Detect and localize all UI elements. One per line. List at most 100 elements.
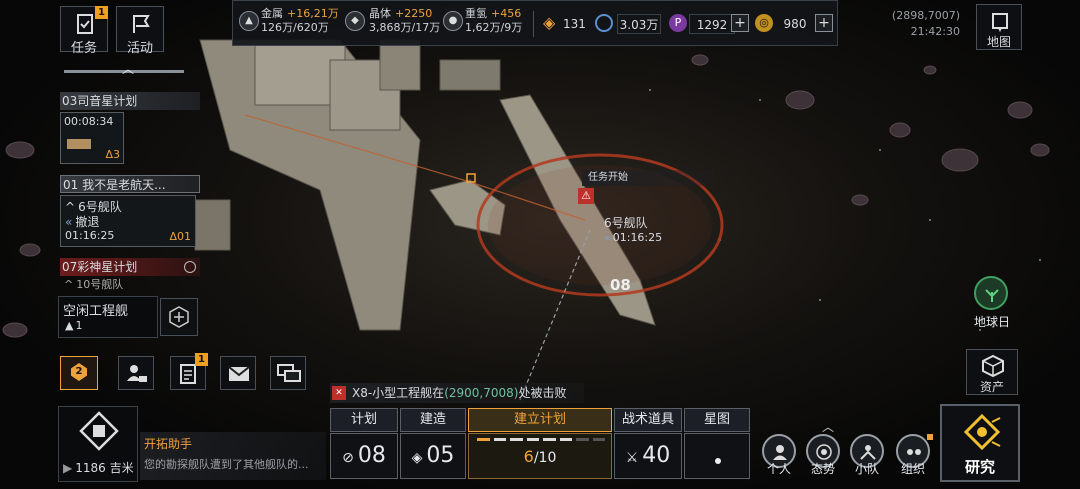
org-label: 组织: [900, 462, 925, 476]
chat-bubbles-icon: [277, 364, 301, 382]
situation-label: 态势: [810, 462, 835, 476]
research-icon: [963, 413, 1001, 451]
tasks-label: 任务: [70, 41, 97, 56]
fuel-icon: ◈: [543, 13, 556, 32]
flag-icon: [133, 15, 150, 33]
game-viewport[interactable]: 任务 1 活动 ▲ 金属 +16,21万 126万/620万 ◆ 晶体 +2250 …: [0, 0, 1080, 489]
tab-establish-plan[interactable]: 建立计划: [468, 408, 612, 432]
quest-item[interactable]: 07彩神星计划 ^ 10号舰队: [60, 258, 200, 290]
quest-collapse-bar[interactable]: ︿: [62, 58, 200, 78]
research-label: 研究: [964, 458, 995, 476]
warning-icon[interactable]: ⚠: [578, 188, 594, 204]
starmap-dot: [715, 458, 721, 464]
add-gold-button[interactable]: +: [815, 14, 833, 32]
tab-tactics[interactable]: 战术道具: [614, 408, 682, 432]
assets-button[interactable]: 资产: [966, 349, 1018, 395]
resource-r3: 1292: [689, 14, 735, 34]
metal-resource[interactable]: 金属 +16,21万 126万/620万: [261, 7, 339, 35]
tab-starmap[interactable]: 星图: [684, 408, 750, 432]
alert-icon: ✕: [332, 386, 346, 400]
chevron-up-icon: ︿: [122, 62, 135, 76]
cube-icon: [982, 354, 1004, 378]
personal-label: 个人: [766, 462, 791, 476]
quest-item[interactable]: 01 我不是老航天... ^ 6号舰队 «撤退 01:16:25 Δ01: [60, 175, 200, 247]
clock-label: 21:42:30: [910, 25, 960, 38]
plan-value[interactable]: ⊘ 08: [330, 433, 398, 479]
log-button[interactable]: 1: [170, 353, 208, 390]
activity-label: 活动: [126, 41, 153, 56]
map-button[interactable]: 地图: [976, 4, 1022, 50]
tasks-icon: [77, 14, 93, 34]
chevron-up-icon[interactable]: ︿: [822, 418, 834, 435]
radar-icon: [816, 444, 832, 460]
rank-badge: 2: [71, 363, 87, 381]
fleet-status: 撤退: [75, 215, 100, 229]
crystal-resource[interactable]: 晶体 +2250 3,868万/17万: [369, 7, 440, 35]
coords-label: (2898,7007): [891, 9, 960, 22]
tab-plan[interactable]: 计划: [330, 408, 398, 432]
idle-ships-count: ▲ 1: [65, 319, 83, 332]
idle-ships-button[interactable]: [160, 298, 198, 336]
fleet-timer: 01:16:25: [65, 229, 115, 242]
earth-day-label: 地球日: [973, 315, 1010, 329]
idle-ships-label: 空闲工程舰: [63, 304, 129, 319]
earth-day-button[interactable]: [974, 276, 1008, 310]
squad-label: 小队: [854, 462, 879, 476]
mail-button[interactable]: [220, 356, 256, 390]
map-fleet-timer: 01:16:25: [612, 231, 663, 244]
tasks-badge: 1: [95, 6, 108, 19]
fleet-name: ^ 10号舰队: [64, 278, 124, 290]
progress-segments: [477, 438, 605, 441]
tab-build[interactable]: 建造: [400, 408, 466, 432]
resource-r2: 3.03万: [617, 14, 661, 34]
task-start-label: 任务开始: [582, 170, 714, 186]
research-button[interactable]: 研究: [940, 404, 1020, 482]
sprout-icon: [985, 289, 999, 302]
crystal-icon: ◆: [345, 11, 365, 31]
activity-button[interactable]: 活动: [116, 6, 164, 56]
helper-title: 开拓助手: [144, 437, 193, 451]
ship-thumbnail: [67, 139, 91, 149]
resource-r1: 131: [563, 17, 586, 31]
user-chat-icon: [127, 365, 147, 382]
rank-button[interactable]: 2: [60, 356, 98, 390]
add-premium-button[interactable]: +: [731, 14, 749, 32]
log-badge: 1: [195, 353, 208, 366]
quest-title: 01 我不是老航天...: [60, 175, 200, 193]
org-alert-dot: [927, 434, 933, 440]
quest-item[interactable]: 03司音星计划 00:08:34 Δ3: [60, 92, 200, 164]
deuterium-resource[interactable]: 重氢 +456 1,62万/9万: [465, 7, 522, 35]
alert-banner[interactable]: ✕ X8-小型工程舰在(2900,7008)处被击败: [330, 383, 584, 403]
map-icon: [992, 13, 1008, 32]
quest-count: Δ01: [169, 230, 191, 243]
tactics-value[interactable]: ⚔ 40: [614, 433, 682, 479]
idle-ships-panel[interactable]: 空闲工程舰 ▲ 1: [58, 296, 158, 338]
resource-bar: ▲ 金属 +16,21万 126万/620万 ◆ 晶体 +2250 3,868万/1…: [232, 0, 838, 46]
tasks-button[interactable]: 任务 1: [60, 6, 108, 56]
mail-icon: [228, 366, 250, 381]
retreat-icon: «: [65, 215, 73, 229]
premium-icon: P: [669, 14, 687, 32]
quest-title: 07彩神星计划: [60, 258, 200, 276]
base-panel[interactable]: ▶ 1186 吉米: [58, 406, 138, 482]
starmap-preview[interactable]: [684, 433, 750, 479]
establish-progress[interactable]: 6/10: [468, 433, 612, 479]
helper-text: 您的勘探舰队遭到了其他舰队的...: [144, 458, 309, 471]
quest-count: Δ3: [105, 148, 120, 161]
quest-timer: 00:08:34: [64, 115, 114, 128]
map-fleet-label[interactable]: 6号舰队: [604, 214, 648, 231]
build-value[interactable]: ◈ 05: [400, 433, 466, 479]
location-info: (2898,7007) 21:42:30: [870, 8, 960, 40]
sector-label: 08: [610, 276, 631, 294]
helper-panel[interactable]: 开拓助手 您的勘探舰队遭到了其他舰队的...: [140, 432, 326, 480]
base-logo-icon: [79, 411, 119, 451]
ship-hex-icon: [169, 306, 189, 328]
chat-button[interactable]: [270, 356, 306, 390]
assets-label: 资产: [979, 380, 1004, 394]
deuterium-icon: ●: [443, 11, 463, 31]
person-icon: [773, 445, 787, 460]
resource-r4: 980: [783, 17, 807, 31]
friends-button[interactable]: [118, 356, 154, 390]
gold-icon: ◎: [755, 14, 773, 32]
alert-text: X8-小型工程舰在: [352, 386, 445, 400]
